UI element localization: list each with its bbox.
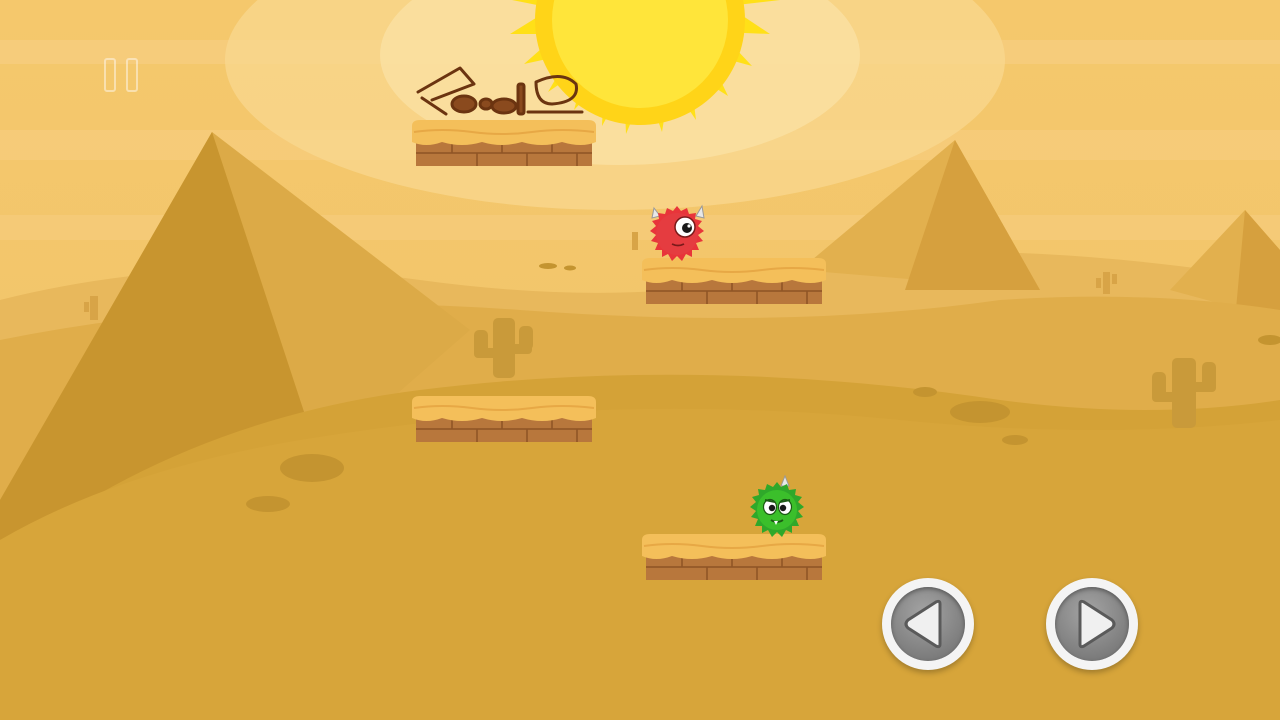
pause-icon [104,58,116,92]
move-left-button[interactable] [882,578,974,670]
pause-button[interactable] [100,56,146,96]
platform [412,396,596,442]
platform [412,120,596,166]
arrow-right-icon [1078,599,1116,649]
arrow-left-icon [904,599,942,649]
green-monster-icon [750,474,804,537]
rubble-pile-icon [416,66,584,116]
platform [642,534,826,580]
game-scene [0,0,1280,720]
pause-icon-bar-right [126,58,138,92]
red-monster-icon [650,204,705,261]
move-right-button[interactable] [1046,578,1138,670]
